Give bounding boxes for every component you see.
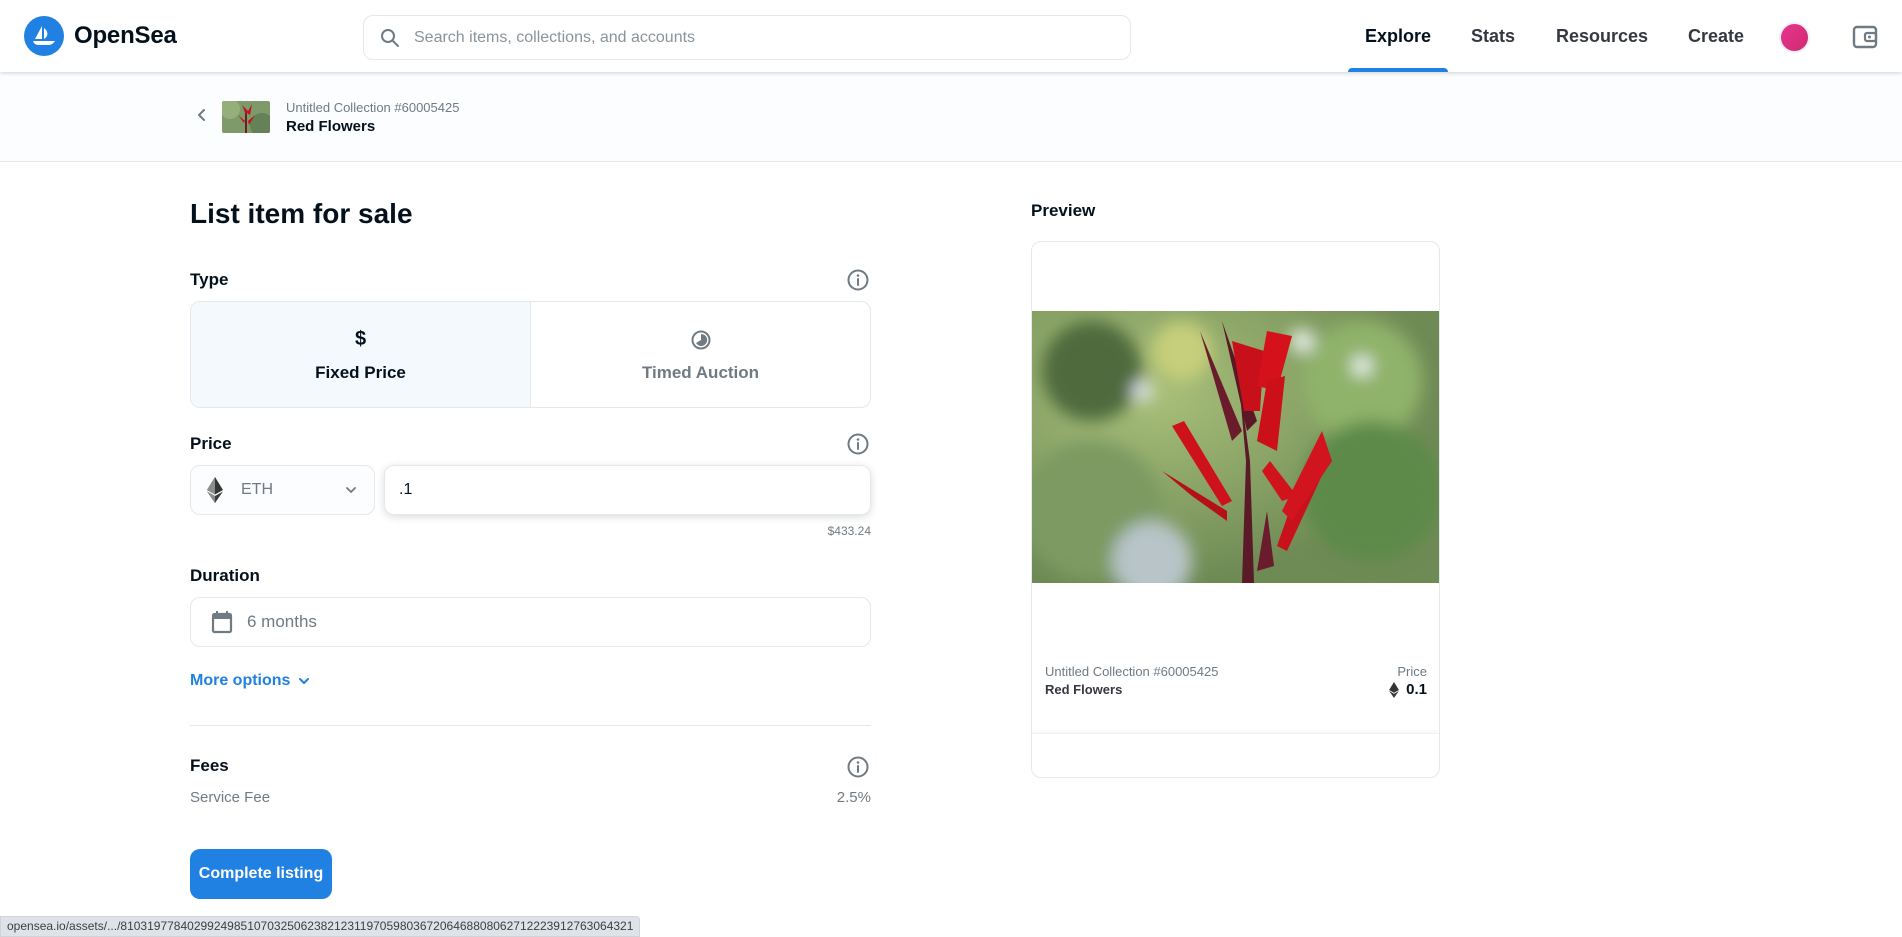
duration-label: Duration bbox=[190, 566, 260, 585]
duration-picker[interactable]: 6 months bbox=[190, 597, 871, 647]
price-input-wrapper bbox=[384, 465, 871, 515]
service-fee-value: 2.5% bbox=[836, 789, 871, 806]
browser-status-url: opensea.io/assets/.../810319778402992498… bbox=[0, 916, 641, 937]
type-label: Type bbox=[190, 270, 229, 289]
more-options-label: More options bbox=[190, 672, 291, 689]
type-option-timed-auction[interactable]: Timed Auction bbox=[531, 302, 870, 407]
section-divider bbox=[190, 725, 871, 726]
profile-avatar[interactable] bbox=[1779, 22, 1810, 53]
duration-value: 6 months bbox=[247, 612, 317, 631]
top-navbar: OpenSea Explore Stats Resources Create bbox=[0, 0, 1902, 72]
chevron-down-icon bbox=[299, 678, 310, 684]
nav-create[interactable]: Create bbox=[1666, 0, 1766, 72]
item-breadcrumb-band bbox=[0, 72, 1902, 162]
page-title: List item for sale bbox=[190, 198, 413, 229]
calendar-icon bbox=[211, 611, 233, 634]
complete-listing-button[interactable]: Complete listing bbox=[190, 849, 332, 899]
nav-resources[interactable]: Resources bbox=[1538, 0, 1666, 72]
eth-icon bbox=[1389, 681, 1400, 698]
preview-heading: Preview bbox=[1031, 201, 1096, 220]
listing-type-selector: $ Fixed Price Timed Auction bbox=[190, 301, 871, 408]
preview-price: 0.1 bbox=[1389, 681, 1427, 698]
type-option-label: Timed Auction bbox=[641, 362, 760, 382]
type-option-fixed-price[interactable]: $ Fixed Price bbox=[191, 302, 531, 407]
chevron-down-icon bbox=[346, 487, 356, 493]
search-icon bbox=[381, 28, 399, 47]
more-options-toggle[interactable]: More options bbox=[190, 672, 312, 690]
preview-image bbox=[1032, 311, 1439, 583]
preview-price-value: 0.1 bbox=[1406, 681, 1427, 698]
nav-explore[interactable]: Explore bbox=[1348, 0, 1448, 72]
clock-icon bbox=[690, 327, 712, 353]
preview-price-label: Price bbox=[1397, 664, 1427, 679]
breadcrumb-item-name[interactable]: Red Flowers bbox=[286, 118, 375, 135]
fees-label: Fees bbox=[190, 756, 229, 775]
item-thumbnail[interactable] bbox=[222, 101, 270, 133]
price-amount-input[interactable] bbox=[399, 481, 856, 499]
currency-select[interactable]: ETH bbox=[190, 465, 375, 515]
type-option-label: Fixed Price bbox=[315, 362, 406, 382]
service-fee-label: Service Fee bbox=[190, 789, 271, 806]
search-input[interactable] bbox=[414, 28, 1094, 47]
dollar-icon: $ bbox=[354, 328, 367, 350]
opensea-ship-icon bbox=[24, 16, 64, 56]
fees-info-icon[interactable] bbox=[846, 755, 870, 779]
currency-value: ETH bbox=[241, 481, 273, 498]
main-nav: Explore Stats Resources Create bbox=[1348, 0, 1766, 72]
preview-card[interactable]: Untitled Collection #60005425 Red Flower… bbox=[1031, 241, 1440, 778]
type-info-icon[interactable] bbox=[846, 268, 870, 292]
price-label: Price bbox=[190, 434, 232, 453]
preview-item-name: Red Flowers bbox=[1045, 682, 1123, 697]
opensea-logo[interactable]: OpenSea bbox=[24, 16, 177, 56]
price-info-icon[interactable] bbox=[846, 432, 870, 456]
search-bar[interactable] bbox=[363, 15, 1131, 60]
wallet-icon[interactable] bbox=[1852, 24, 1878, 50]
back-chevron-icon[interactable] bbox=[193, 106, 211, 124]
nav-stats[interactable]: Stats bbox=[1448, 0, 1538, 72]
brand-name: OpenSea bbox=[74, 22, 177, 49]
breadcrumb-collection[interactable]: Untitled Collection #60005425 bbox=[286, 100, 459, 115]
usd-conversion: $433.24 bbox=[827, 524, 871, 538]
preview-collection-name: Untitled Collection #60005425 bbox=[1045, 664, 1219, 679]
eth-icon bbox=[207, 477, 223, 503]
preview-card-footer bbox=[1032, 733, 1439, 777]
